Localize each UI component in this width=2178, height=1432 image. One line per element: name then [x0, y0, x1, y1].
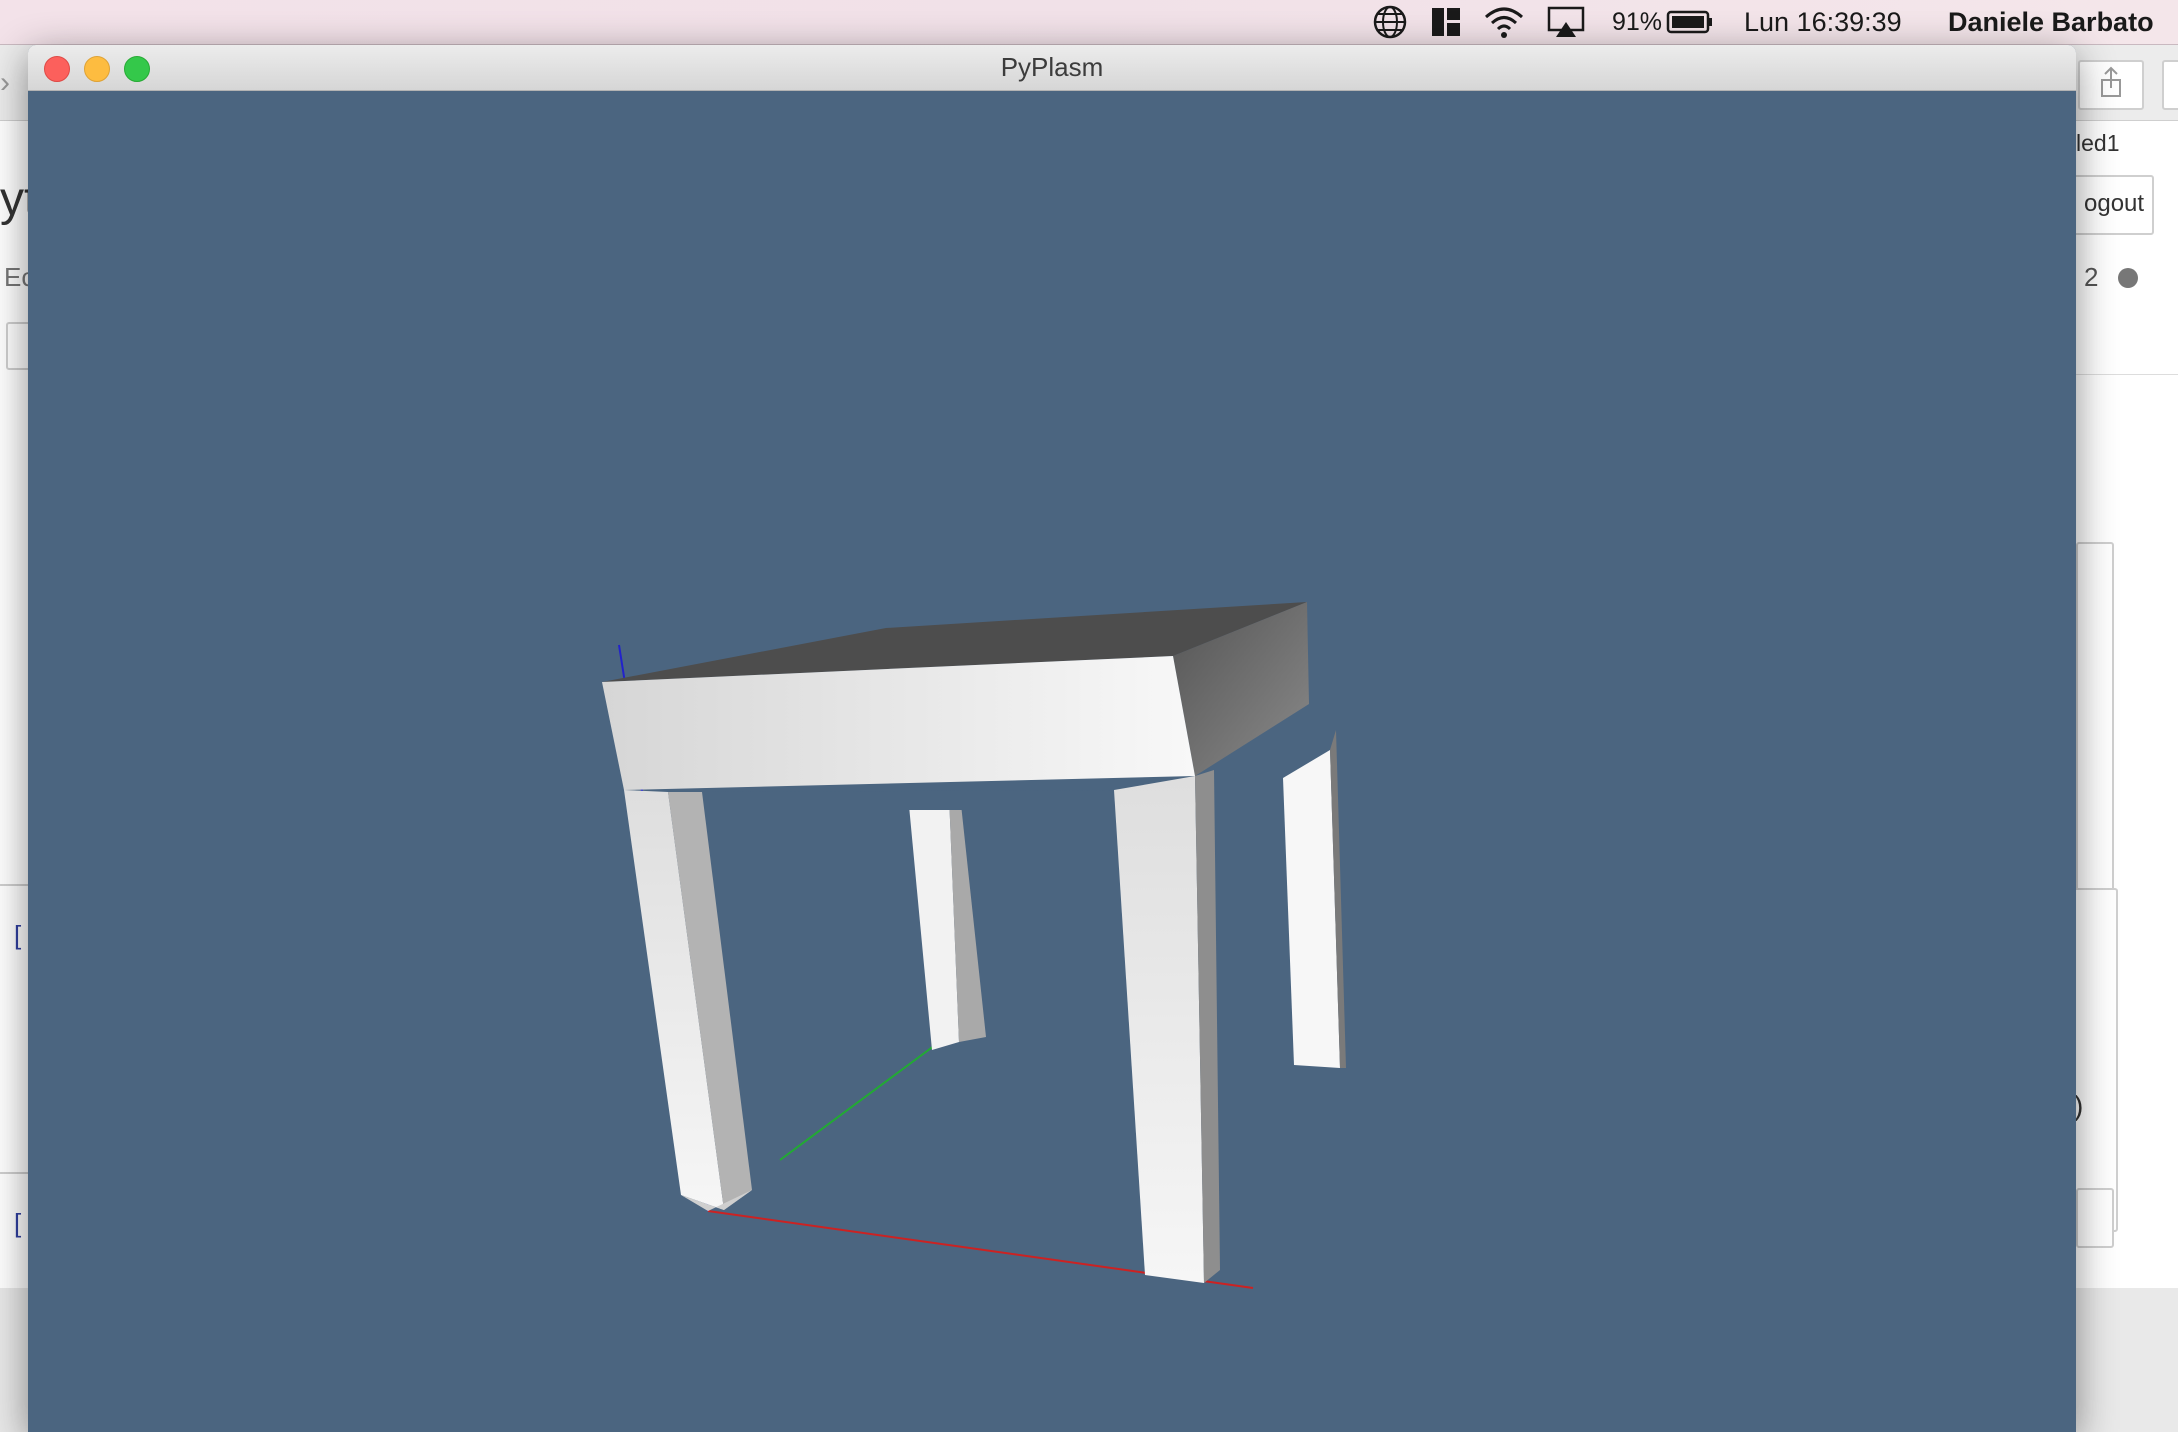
leg-back-right: [1283, 750, 1340, 1068]
cell-border-left-2: [0, 1172, 30, 1174]
leg-front-right: [1114, 776, 1204, 1283]
wifi-icon[interactable]: [1482, 0, 1526, 44]
3d-viewport[interactable]: [28, 90, 2076, 1432]
apron-gap: [708, 790, 1114, 810]
menubar: 91% Lun 16:39:39 Daniele Barbato: [0, 0, 2178, 45]
globe-icon[interactable]: [1372, 0, 1408, 44]
window-title: PyPlasm: [1000, 52, 1104, 82]
battery-percent: 91%: [1612, 7, 1663, 36]
kernel-label: 2: [2084, 262, 2099, 292]
tab-label[interactable]: led1: [2076, 130, 2119, 157]
kernel-status-dot: [2118, 268, 2138, 288]
share-button[interactable]: [2078, 60, 2144, 110]
window-titlebar[interactable]: PyPlasm: [28, 45, 2076, 91]
logout-label: ogout: [2084, 190, 2145, 217]
code-cell-2[interactable]: [2076, 1188, 2114, 1248]
back-chevron-icon[interactable]: ›: [0, 66, 10, 100]
airplay-icon[interactable]: [1546, 0, 1586, 44]
cell-prompt-2: [: [14, 1208, 22, 1238]
share-icon: [2101, 66, 2121, 97]
battery-icon[interactable]: [1666, 0, 1714, 44]
toolbar-button-right[interactable]: [2162, 60, 2178, 110]
table-3d-render: [602, 602, 1346, 1289]
header-divider: [2076, 374, 2178, 375]
cell-border-left: [0, 884, 30, 886]
menubar-clock[interactable]: Lun 16:39:39: [1744, 0, 1902, 44]
y-axis: [779, 1036, 947, 1161]
cell-prompt-1: [: [14, 920, 22, 950]
app-switcher-icon[interactable]: [1430, 0, 1462, 44]
pyplasm-window[interactable]: PyPlasm: [28, 45, 2076, 1432]
menubar-user[interactable]: Daniele Barbato: [1948, 0, 2154, 44]
output-panel: [2076, 542, 2114, 922]
